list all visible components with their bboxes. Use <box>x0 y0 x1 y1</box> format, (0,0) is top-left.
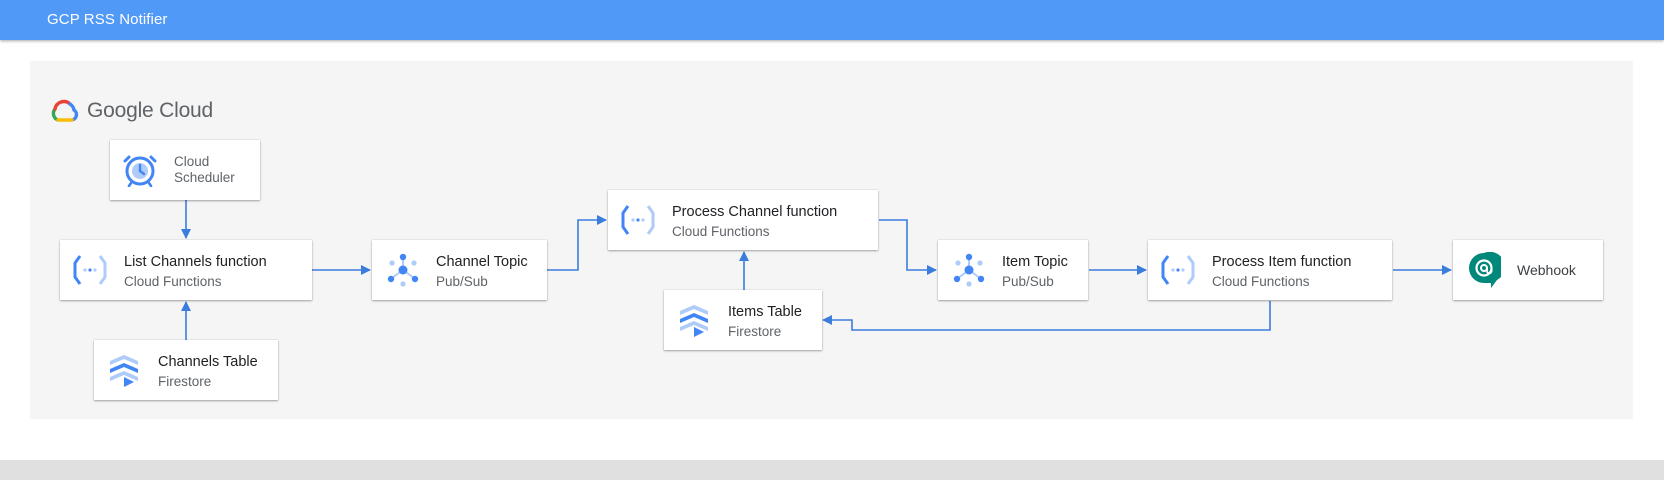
app-title: GCP RSS Notifier <box>47 11 168 28</box>
node-title: Webhook <box>1517 262 1576 278</box>
node-title: Channel Topic <box>436 254 528 270</box>
node-title: Items Table <box>728 304 802 320</box>
node-subtitle: Firestore <box>728 324 782 339</box>
firestore-icon <box>680 305 708 337</box>
node-title: Process Channel function <box>672 204 838 220</box>
node-process-channel-function[interactable]: Process Channel function Cloud Functions <box>608 190 878 250</box>
node-channels-table[interactable]: Channels Table Firestore <box>94 340 278 400</box>
node-title: Channels Table <box>158 354 258 370</box>
node-list-channels-function[interactable]: List Channels function Cloud Functions <box>60 240 312 300</box>
node-label-line1: Cloud <box>174 154 210 169</box>
node-webhook[interactable]: Webhook <box>1453 240 1603 300</box>
node-subtitle: Pub/Sub <box>1002 274 1054 289</box>
node-subtitle: Cloud Functions <box>124 274 222 289</box>
clock-icon <box>123 155 157 187</box>
cloud-functions-icon <box>73 255 107 285</box>
chat-at-icon <box>1469 252 1501 288</box>
node-item-topic[interactable]: Item Topic Pub/Sub <box>938 240 1088 300</box>
edge-process-item-to-items-table <box>822 301 1271 331</box>
edge-process-channel-to-item-topic <box>879 219 937 275</box>
node-subtitle: Pub/Sub <box>436 274 488 289</box>
node-title: List Channels function <box>124 254 267 270</box>
node-subtitle: Firestore <box>158 374 212 389</box>
edge-channel-topic-to-process-channel <box>547 215 607 271</box>
node-items-table[interactable]: Items Table Firestore <box>664 290 822 350</box>
cloud-functions-icon <box>621 205 655 235</box>
node-subtitle: Cloud Functions <box>1212 274 1310 289</box>
pubsub-icon <box>953 253 985 287</box>
node-label-line2: Scheduler <box>174 170 235 185</box>
node-title: Item Topic <box>1002 254 1068 270</box>
node-subtitle: Cloud Functions <box>672 224 770 239</box>
node-channel-topic[interactable]: Channel Topic Pub/Sub <box>372 240 547 300</box>
firestore-icon <box>110 355 138 387</box>
cloud-functions-icon <box>1161 255 1195 285</box>
node-process-item-function[interactable]: Process Item function Cloud Functions <box>1148 240 1392 300</box>
node-title: Process Item function <box>1212 254 1352 270</box>
node-cloud-scheduler[interactable]: Cloud Scheduler <box>110 140 260 200</box>
app-header: GCP RSS Notifier <box>0 0 1664 40</box>
pubsub-icon <box>387 253 419 287</box>
